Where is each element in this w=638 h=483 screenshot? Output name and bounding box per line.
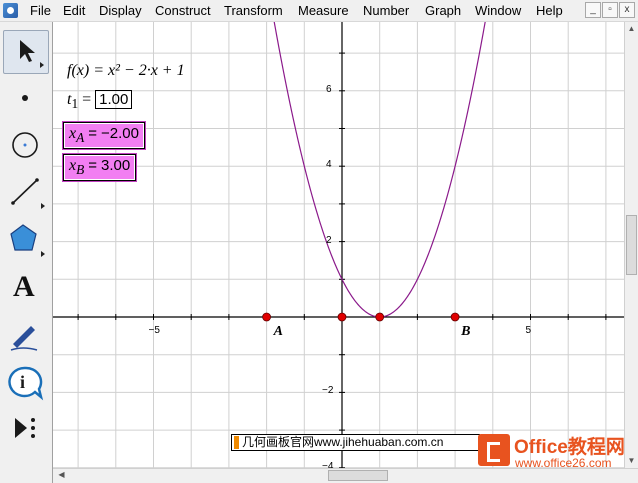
circle-icon (12, 132, 38, 158)
pen-icon (10, 326, 38, 351)
menu-construct[interactable]: Construct (155, 3, 211, 18)
text-tool[interactable]: A (3, 266, 49, 310)
menu-transform[interactable]: Transform (224, 3, 283, 18)
compass-tool[interactable] (3, 124, 49, 168)
point-b[interactable] (450, 312, 460, 322)
xb-equals: = (88, 157, 98, 174)
menu-file[interactable]: File (30, 3, 51, 18)
y-tick-label: 2 (326, 234, 332, 246)
dot-icon (22, 95, 28, 101)
function-label[interactable]: f(x) = x² − 2·x + 1 (67, 62, 185, 80)
y-tick-label: 4 (326, 159, 332, 171)
sketch-canvas[interactable]: −5 5 6 4 2 −2 −4 f(x) = x² − 2·x + 1 t1 = 1.00… (53, 22, 624, 468)
menu-edit[interactable]: Edit (63, 3, 85, 18)
app-icon[interactable] (3, 3, 18, 18)
horizontal-scroll-thumb[interactable] (328, 470, 388, 481)
watermark-url: www.office26.com (515, 456, 612, 470)
point-2[interactable] (375, 312, 385, 322)
watermark-left-text: 几何画板官网www.jihehuaban.com.cn (242, 435, 444, 449)
info-glyph: i (20, 372, 26, 392)
point-a[interactable] (262, 312, 272, 322)
office-logo-icon (478, 434, 510, 466)
coordinate-plane (53, 22, 624, 468)
point-tool[interactable] (3, 78, 49, 122)
xb-subscript: B (76, 162, 85, 178)
t1-subscript: 1 (71, 96, 79, 112)
toolbox: A i (0, 22, 53, 483)
minimize-button[interactable]: _ (585, 2, 601, 18)
function-text: f(x) = x² − 2·x + 1 (67, 62, 185, 79)
select-arrow-tool[interactable] (3, 30, 49, 74)
information-tool[interactable]: i (3, 362, 49, 406)
xa-equals: = (88, 125, 98, 142)
y-tick-label: −2 (322, 385, 334, 397)
watermark-bar-icon (234, 436, 239, 450)
menu-window[interactable]: Window (475, 3, 521, 18)
scroll-up-icon[interactable]: ▲ (626, 23, 637, 35)
scroll-left-icon[interactable]: ◀ (56, 469, 67, 481)
t1-equals: = (82, 91, 92, 108)
point-label-b[interactable]: B (461, 324, 470, 340)
xb-measurement[interactable]: xB = 3.00 (63, 154, 137, 182)
point-label-a[interactable]: A (274, 324, 283, 340)
y-tick-label: −4 (322, 460, 334, 468)
xa-subscript: A (76, 130, 85, 146)
watermark-office26: Office教程网 www.office26.com (478, 430, 636, 472)
watermark-brand: Office教程网 (514, 437, 625, 458)
close-button[interactable]: x (619, 2, 635, 18)
menu-display[interactable]: Display (99, 3, 142, 18)
xa-value: −2.00 (101, 125, 139, 142)
menu-bar: File Edit Display Construct Transform Me… (0, 0, 638, 22)
x-tick-label: −5 (148, 325, 160, 336)
x-tick-label: 5 (525, 325, 532, 336)
menu-measure[interactable]: Measure (298, 3, 349, 18)
point-1[interactable] (337, 312, 347, 322)
axes (53, 22, 624, 468)
custom-tool[interactable] (3, 408, 49, 452)
vertical-scroll-thumb[interactable] (626, 215, 637, 275)
xa-measurement[interactable]: xA = −2.00 (63, 122, 145, 150)
vertical-scrollbar[interactable]: ▲ ▼ (624, 22, 638, 468)
restore-button[interactable]: ▫ (602, 2, 618, 18)
letter-a-icon: A (13, 270, 35, 303)
menu-graph[interactable]: Graph (425, 3, 461, 18)
polygon-tool[interactable] (3, 218, 49, 262)
t1-value[interactable]: 1.00 (95, 90, 133, 109)
marker-tool[interactable] (3, 314, 49, 358)
straightedge-tool[interactable] (3, 170, 49, 214)
y-tick-label: 6 (326, 83, 332, 95)
menu-help[interactable]: Help (536, 3, 563, 18)
xb-value: 3.00 (101, 157, 131, 174)
grid (53, 22, 624, 468)
watermark-jihehuaban: 几何画板官网www.jihehuaban.com.cn (231, 434, 480, 451)
menu-number[interactable]: Number (363, 3, 409, 18)
play-more-icon (15, 418, 35, 438)
parameter-t1[interactable]: t1 = 1.00 (67, 90, 133, 112)
